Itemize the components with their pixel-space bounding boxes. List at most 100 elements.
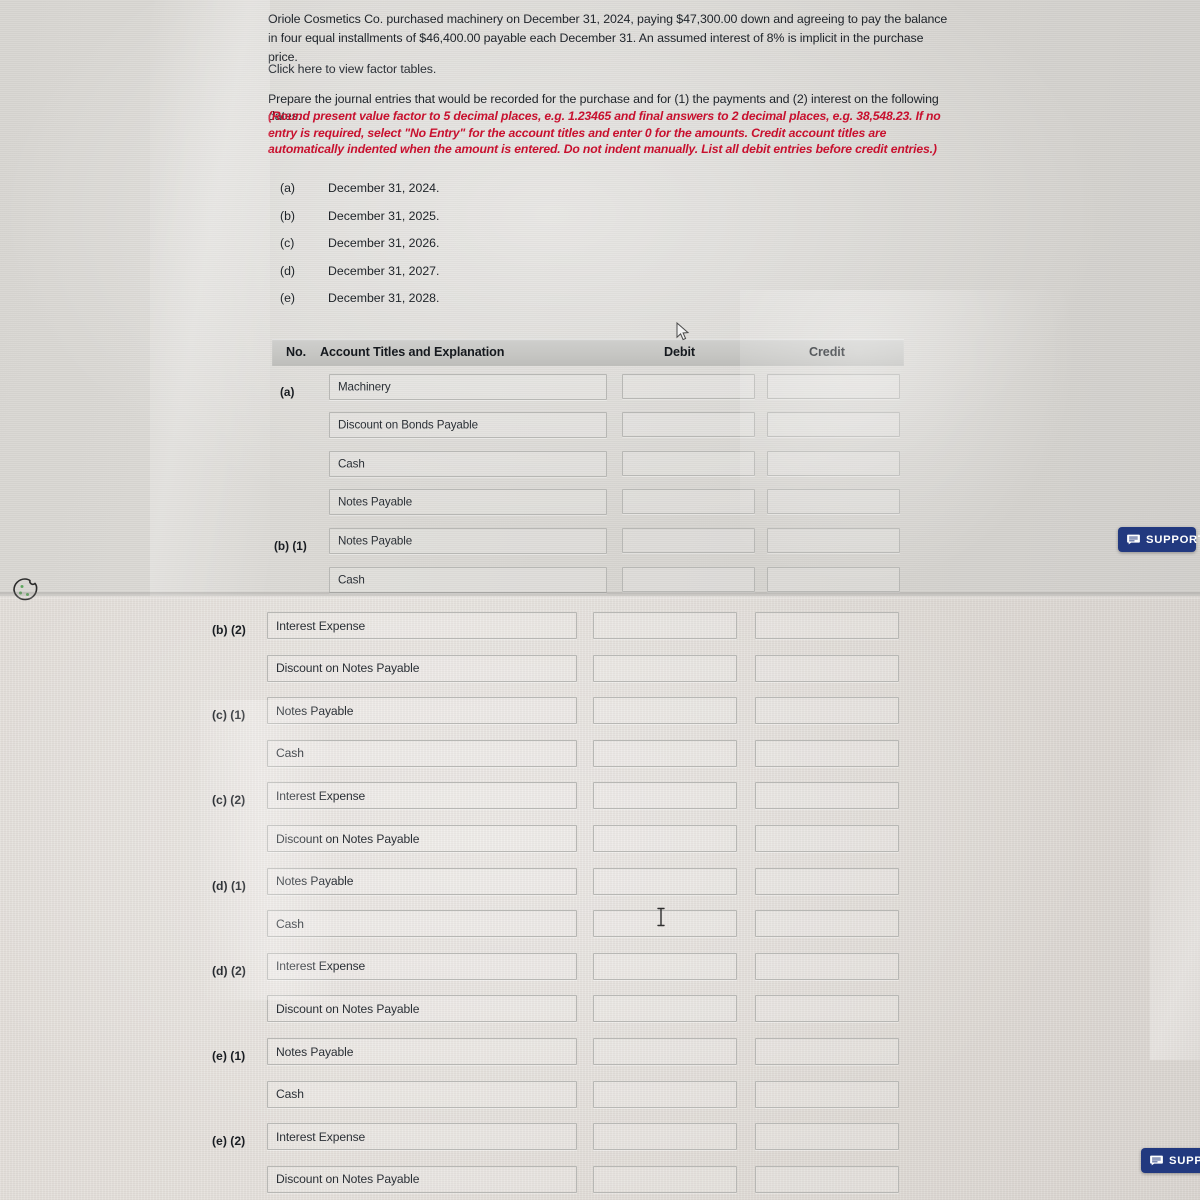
row-number-label: (c) (2) bbox=[212, 793, 246, 808]
account-title-input[interactable]: Cash bbox=[267, 910, 577, 938]
list-item: (c) December 31, 2026. bbox=[280, 236, 620, 264]
credit-amount-input[interactable] bbox=[767, 489, 900, 514]
account-title-input[interactable]: Cash bbox=[267, 1080, 577, 1108]
account-title-input[interactable]: Notes Payable bbox=[329, 528, 607, 554]
debit-amount-input[interactable] bbox=[593, 995, 737, 1023]
table-row: (d) (2) Interest Expense bbox=[210, 952, 910, 996]
credit-amount-input[interactable] bbox=[755, 1080, 899, 1108]
debit-amount-input[interactable] bbox=[593, 1038, 737, 1065]
date-value: December 31, 2025. bbox=[328, 208, 440, 223]
column-header-no: No. bbox=[286, 345, 306, 359]
credit-amount-input[interactable] bbox=[755, 952, 899, 980]
account-title-value: Cash bbox=[276, 746, 304, 761]
factor-tables-link[interactable]: Click here to view factor tables. bbox=[268, 62, 436, 76]
credit-amount-input[interactable] bbox=[755, 782, 899, 810]
account-title-input[interactable]: Cash bbox=[329, 567, 607, 593]
list-item: (d) December 31, 2027. bbox=[280, 264, 620, 292]
credit-amount-input[interactable] bbox=[767, 567, 900, 592]
account-title-value: Cash bbox=[276, 916, 304, 931]
debit-amount-input[interactable] bbox=[622, 528, 755, 553]
debit-amount-input[interactable] bbox=[622, 412, 755, 437]
chat-bubble-icon bbox=[1127, 534, 1140, 545]
debit-amount-input[interactable] bbox=[622, 451, 755, 476]
table-row: Cash bbox=[272, 451, 904, 489]
account-title-input[interactable]: Discount on Notes Payable bbox=[267, 654, 577, 682]
credit-amount-input[interactable] bbox=[755, 910, 899, 938]
table-header-row: No. Account Titles and Explanation Debit… bbox=[272, 339, 904, 366]
credit-amount-input[interactable] bbox=[767, 412, 900, 437]
chat-bubble-icon bbox=[1150, 1155, 1163, 1166]
row-number-label: (d) (1) bbox=[212, 878, 246, 893]
debit-amount-input[interactable] bbox=[593, 782, 737, 810]
table-row: Cash bbox=[272, 567, 904, 605]
row-number-label: (b) (1) bbox=[274, 539, 307, 553]
debit-amount-input[interactable] bbox=[593, 739, 737, 767]
credit-amount-input[interactable] bbox=[755, 825, 899, 852]
account-title-value: Notes Payable bbox=[276, 703, 354, 718]
date-value: December 31, 2027. bbox=[328, 263, 440, 278]
debit-amount-input[interactable] bbox=[622, 489, 755, 514]
account-title-input[interactable]: Discount on Bonds Payable bbox=[329, 412, 607, 438]
support-button-secondary[interactable]: SUPPO bbox=[1141, 1148, 1200, 1173]
date-value: December 31, 2028. bbox=[328, 291, 440, 305]
debit-amount-input[interactable] bbox=[593, 1080, 737, 1108]
date-value: December 31, 2024. bbox=[328, 181, 440, 195]
debit-amount-input[interactable] bbox=[593, 612, 737, 639]
credit-amount-input[interactable] bbox=[755, 995, 899, 1023]
debit-amount-input[interactable] bbox=[622, 567, 755, 592]
debit-amount-input[interactable] bbox=[593, 654, 737, 682]
date-label: (e) bbox=[280, 291, 296, 305]
credit-amount-input[interactable] bbox=[755, 612, 899, 639]
account-title-value: Notes Payable bbox=[338, 534, 413, 548]
cookie-icon[interactable] bbox=[10, 576, 44, 606]
table-row: (d) (1) Notes Payable bbox=[210, 867, 910, 911]
account-title-input[interactable]: Discount on Notes Payable bbox=[267, 995, 577, 1023]
debit-amount-input[interactable] bbox=[622, 374, 755, 399]
account-title-input[interactable]: Interest Expense bbox=[267, 1123, 577, 1151]
mouse-pointer-cursor bbox=[676, 321, 692, 342]
account-title-input[interactable]: Machinery bbox=[329, 374, 607, 400]
table-row: (c) (2) Interest Expense bbox=[210, 782, 910, 825]
account-title-value: Cash bbox=[338, 573, 365, 587]
account-title-value: Discount on Notes Payable bbox=[276, 831, 420, 846]
account-title-input[interactable]: Cash bbox=[267, 739, 577, 767]
table-row: (b) (2) Interest Expense bbox=[210, 612, 910, 655]
account-title-input[interactable]: Notes Payable bbox=[267, 867, 577, 895]
table-row: Discount on Notes Payable bbox=[210, 825, 910, 868]
debit-amount-input[interactable] bbox=[593, 1123, 737, 1151]
credit-amount-input[interactable] bbox=[767, 451, 900, 476]
account-title-input[interactable]: Notes Payable bbox=[267, 697, 577, 725]
credit-amount-input[interactable] bbox=[767, 528, 900, 553]
credit-amount-input[interactable] bbox=[755, 1165, 899, 1193]
debit-amount-input[interactable] bbox=[593, 697, 737, 725]
account-title-value: Interest Expense bbox=[276, 1129, 366, 1144]
table-row: Discount on Notes Payable bbox=[210, 995, 910, 1038]
account-title-value: Cash bbox=[276, 1087, 304, 1102]
debit-amount-input[interactable] bbox=[593, 867, 737, 895]
account-title-input[interactable]: Interest Expense bbox=[267, 782, 577, 810]
credit-amount-input[interactable] bbox=[755, 654, 899, 682]
account-title-input[interactable]: Discount on Notes Payable bbox=[267, 1165, 577, 1193]
account-title-value: Discount on Notes Payable bbox=[276, 661, 420, 676]
account-title-input[interactable]: Discount on Notes Payable bbox=[267, 825, 577, 852]
credit-amount-input[interactable] bbox=[755, 1038, 899, 1065]
support-button-label: SUPPORT bbox=[1146, 533, 1200, 546]
date-label: (a) bbox=[280, 181, 296, 195]
text-ibeam-cursor bbox=[655, 907, 667, 927]
credit-amount-input[interactable] bbox=[755, 1123, 899, 1151]
credit-amount-input[interactable] bbox=[755, 867, 899, 895]
credit-amount-input[interactable] bbox=[767, 374, 900, 399]
credit-amount-input[interactable] bbox=[755, 739, 899, 767]
support-button[interactable]: SUPPORT bbox=[1118, 527, 1200, 552]
account-title-input[interactable]: Notes Payable bbox=[267, 1038, 577, 1065]
account-title-input[interactable]: Notes Payable bbox=[329, 489, 607, 515]
account-title-input[interactable]: Cash bbox=[329, 451, 607, 477]
credit-amount-input[interactable] bbox=[755, 697, 899, 725]
problem-statement: Oriole Cosmetics Co. purchased machinery… bbox=[268, 12, 948, 64]
debit-amount-input[interactable] bbox=[593, 1165, 737, 1193]
account-title-value: Notes Payable bbox=[276, 874, 354, 889]
debit-amount-input[interactable] bbox=[593, 825, 737, 852]
account-title-input[interactable]: Interest Expense bbox=[267, 612, 577, 639]
account-title-input[interactable]: Interest Expense bbox=[267, 952, 577, 980]
debit-amount-input[interactable] bbox=[593, 952, 737, 980]
